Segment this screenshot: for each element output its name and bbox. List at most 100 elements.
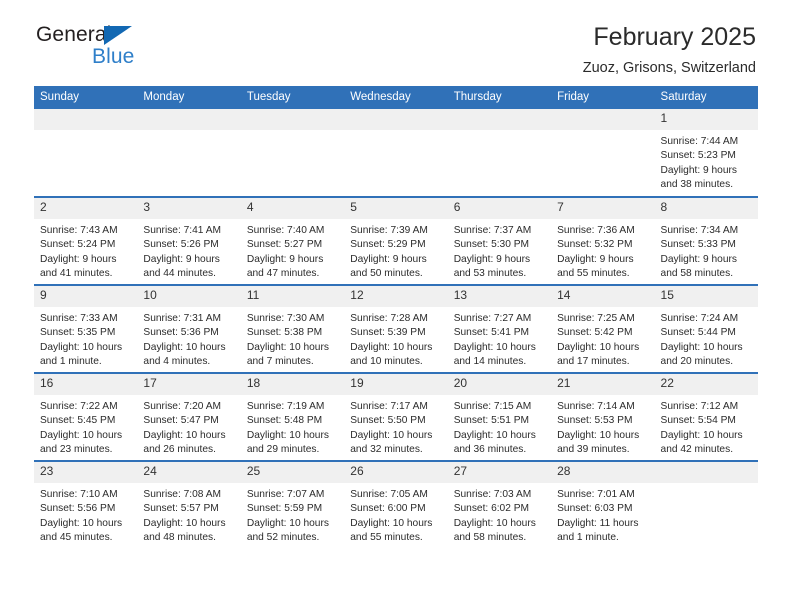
day-cell[interactable]: 4 Sunrise: 7:40 AM Sunset: 5:27 PM Daylight…	[240, 196, 345, 285]
sunrise-text: Sunrise: 7:15 AM	[453, 400, 532, 412]
day-details: Sunrise: 7:07 AM Sunset: 5:59 PM Daylight:…	[241, 483, 344, 546]
day-cell[interactable]: 25 Sunrise: 7:07 AM Sunset: 5:59 PM Dayligh…	[240, 460, 345, 549]
day-number: 12	[344, 286, 448, 307]
day-cell-inner: 22 Sunrise: 7:12 AM Sunset: 5:54 PM Dayligh…	[654, 374, 758, 460]
day-cell[interactable]: 27 Sunrise: 7:03 AM Sunset: 6:02 PM Dayligh…	[447, 460, 552, 549]
sunset-text: Sunset: 5:54 PM	[660, 415, 736, 427]
day-cell-inner: 2 Sunrise: 7:43 AM Sunset: 5:24 PM Daylight…	[34, 198, 138, 284]
day-cell-inner: 7 Sunrise: 7:36 AM Sunset: 5:32 PM Daylight…	[551, 198, 655, 284]
day-cell[interactable]: 22 Sunrise: 7:12 AM Sunset: 5:54 PM Dayligh…	[654, 372, 758, 461]
day-details: Sunrise: 7:31 AM Sunset: 5:36 PM Daylight:…	[137, 307, 240, 370]
day-number: 20	[447, 374, 552, 395]
sunset-text: Sunset: 5:29 PM	[350, 239, 426, 251]
day-cell[interactable]: 12 Sunrise: 7:28 AM Sunset: 5:39 PM Dayligh…	[344, 284, 448, 373]
day-number: 19	[344, 374, 448, 395]
day-number: 25	[240, 462, 345, 483]
sunset-text: Sunset: 6:00 PM	[350, 503, 426, 515]
day-cell-inner: 9 Sunrise: 7:33 AM Sunset: 5:35 PM Daylight…	[34, 286, 138, 372]
day-cell[interactable]: 13 Sunrise: 7:27 AM Sunset: 5:41 PM Dayligh…	[447, 284, 552, 373]
day-details: Sunrise: 7:08 AM Sunset: 5:57 PM Daylight:…	[137, 483, 240, 546]
day-details: Sunrise: 7:19 AM Sunset: 5:48 PM Daylight:…	[241, 395, 344, 458]
daylight-text: Daylight: 10 hours and 23 minutes.	[40, 429, 123, 456]
day-cell[interactable]: 7 Sunrise: 7:36 AM Sunset: 5:32 PM Daylight…	[551, 196, 655, 285]
daylight-text: Daylight: 10 hours and 45 minutes.	[40, 517, 123, 544]
daylight-text: Daylight: 10 hours and 29 minutes.	[246, 429, 329, 456]
day-cell[interactable]: 11 Sunrise: 7:30 AM Sunset: 5:38 PM Dayligh…	[240, 284, 345, 373]
day-cell[interactable]: 17 Sunrise: 7:20 AM Sunset: 5:47 PM Dayligh…	[137, 372, 241, 461]
sunrise-text: Sunrise: 7:34 AM	[660, 224, 739, 236]
sunrise-text: Sunrise: 7:37 AM	[453, 224, 532, 236]
sunset-text: Sunset: 5:30 PM	[453, 239, 530, 251]
day-cell[interactable]: 9 Sunrise: 7:33 AM Sunset: 5:35 PM Daylight…	[34, 284, 138, 373]
sunrise-text: Sunrise: 7:08 AM	[143, 488, 222, 500]
day-cell[interactable]: 10 Sunrise: 7:31 AM Sunset: 5:36 PM Dayligh…	[137, 284, 241, 373]
day-number: 8	[654, 198, 758, 219]
day-details: Sunrise: 7:05 AM Sunset: 6:00 PM Daylight:…	[344, 483, 447, 546]
day-cell[interactable]: 18 Sunrise: 7:19 AM Sunset: 5:48 PM Dayligh…	[240, 372, 345, 461]
day-cell-inner: 19 Sunrise: 7:17 AM Sunset: 5:50 PM Dayligh…	[344, 374, 448, 460]
day-cell-inner: 12 Sunrise: 7:28 AM Sunset: 5:39 PM Dayligh…	[344, 286, 448, 372]
day-cell[interactable]: 19 Sunrise: 7:17 AM Sunset: 5:50 PM Dayligh…	[344, 372, 448, 461]
day-cell[interactable]: 3 Sunrise: 7:41 AM Sunset: 5:26 PM Daylight…	[137, 196, 241, 285]
day-cell-inner: 27 Sunrise: 7:03 AM Sunset: 6:02 PM Dayligh…	[447, 462, 552, 549]
daylight-text: Daylight: 10 hours and 48 minutes.	[143, 517, 226, 544]
daylight-text: Daylight: 10 hours and 14 minutes.	[453, 341, 536, 368]
daylight-text: Daylight: 9 hours and 58 minutes.	[660, 253, 737, 280]
day-details: Sunrise: 7:28 AM Sunset: 5:39 PM Daylight:…	[344, 307, 447, 370]
day-cell-inner: 1 Sunrise: 7:44 AM Sunset: 5:23 PM Daylight…	[654, 109, 758, 196]
day-cell[interactable]: 8 Sunrise: 7:34 AM Sunset: 5:33 PM Daylight…	[654, 196, 758, 285]
day-cell[interactable]: 26 Sunrise: 7:05 AM Sunset: 6:00 PM Dayligh…	[344, 460, 448, 549]
day-cell[interactable]: 24 Sunrise: 7:08 AM Sunset: 5:57 PM Dayligh…	[137, 460, 241, 549]
day-details: Sunrise: 7:43 AM Sunset: 5:24 PM Daylight:…	[34, 219, 137, 282]
daylight-text: Daylight: 10 hours and 26 minutes.	[143, 429, 226, 456]
sunrise-text: Sunrise: 7:01 AM	[557, 488, 635, 500]
day-cell[interactable]: 28 Sunrise: 7:01 AM Sunset: 6:03 PM Dayligh…	[551, 460, 655, 549]
day-cell[interactable]: 2 Sunrise: 7:43 AM Sunset: 5:24 PM Daylight…	[34, 196, 138, 285]
sunset-text: Sunset: 5:39 PM	[350, 327, 426, 339]
sunset-text: Sunset: 5:57 PM	[143, 503, 219, 515]
day-cell[interactable]: 6 Sunrise: 7:37 AM Sunset: 5:30 PM Daylight…	[447, 196, 552, 285]
day-number	[447, 109, 552, 130]
sunrise-text: Sunrise: 7:07 AM	[246, 488, 325, 500]
daylight-text: Daylight: 10 hours and 1 minute.	[40, 341, 123, 368]
sunset-text: Sunset: 5:33 PM	[660, 239, 736, 251]
day-number: 6	[447, 198, 552, 219]
daylight-text: Daylight: 10 hours and 4 minutes.	[143, 341, 226, 368]
calendar-header-row: Sunday Monday Tuesday Wednesday Thursday Frid…	[34, 86, 758, 109]
page-header: General Blue February 2025 Zuoz, Grisons…	[34, 0, 758, 75]
day-cell-inner: 4 Sunrise: 7:40 AM Sunset: 5:27 PM Daylight…	[240, 198, 345, 284]
day-cell[interactable]: 16 Sunrise: 7:22 AM Sunset: 5:45 PM Dayligh…	[34, 372, 138, 461]
day-number: 16	[34, 374, 138, 395]
daylight-text: Daylight: 10 hours and 55 minutes.	[350, 517, 433, 544]
sunrise-text: Sunrise: 7:03 AM	[453, 488, 532, 500]
day-cell-inner: 11 Sunrise: 7:30 AM Sunset: 5:38 PM Dayligh…	[240, 286, 345, 372]
day-cell[interactable]: 5 Sunrise: 7:39 AM Sunset: 5:29 PM Daylight…	[344, 196, 448, 285]
day-cell[interactable]: 21 Sunrise: 7:14 AM Sunset: 5:53 PM Dayligh…	[551, 372, 655, 461]
sunrise-text: Sunrise: 7:17 AM	[350, 400, 428, 412]
day-details: Sunrise: 7:17 AM Sunset: 5:50 PM Daylight:…	[344, 395, 447, 458]
sunset-text: Sunset: 5:36 PM	[143, 327, 219, 339]
day-cell[interactable]: 20 Sunrise: 7:15 AM Sunset: 5:51 PM Dayligh…	[447, 372, 552, 461]
sunrise-text: Sunrise: 7:25 AM	[557, 312, 635, 324]
sunrise-text: Sunrise: 7:33 AM	[40, 312, 118, 324]
day-details: Sunrise: 7:20 AM Sunset: 5:47 PM Daylight:…	[137, 395, 240, 458]
day-number	[344, 109, 448, 130]
day-number: 2	[34, 198, 138, 219]
day-number: 11	[240, 286, 345, 307]
sunrise-text: Sunrise: 7:43 AM	[40, 224, 118, 236]
day-cell[interactable]: 23 Sunrise: 7:10 AM Sunset: 5:56 PM Dayligh…	[34, 460, 138, 549]
day-number: 26	[344, 462, 448, 483]
day-details: Sunrise: 7:36 AM Sunset: 5:32 PM Daylight:…	[551, 219, 654, 282]
sunrise-text: Sunrise: 7:05 AM	[350, 488, 428, 500]
day-cell[interactable]: 14 Sunrise: 7:25 AM Sunset: 5:42 PM Dayligh…	[551, 284, 655, 373]
day-cell[interactable]: 1 Sunrise: 7:44 AM Sunset: 5:23 PM Daylight…	[654, 109, 758, 197]
day-cell[interactable]: 15 Sunrise: 7:24 AM Sunset: 5:44 PM Dayligh…	[654, 284, 758, 373]
sunrise-text: Sunrise: 7:40 AM	[246, 224, 325, 236]
day-number: 28	[551, 462, 655, 483]
day-cell-inner	[34, 109, 138, 196]
day-cell-inner: 17 Sunrise: 7:20 AM Sunset: 5:47 PM Dayligh…	[137, 374, 241, 460]
day-cell-inner: 13 Sunrise: 7:27 AM Sunset: 5:41 PM Dayligh…	[447, 286, 552, 372]
day-number: 5	[344, 198, 448, 219]
daylight-text: Daylight: 9 hours and 55 minutes.	[557, 253, 634, 280]
page-title: February 2025	[593, 23, 756, 51]
